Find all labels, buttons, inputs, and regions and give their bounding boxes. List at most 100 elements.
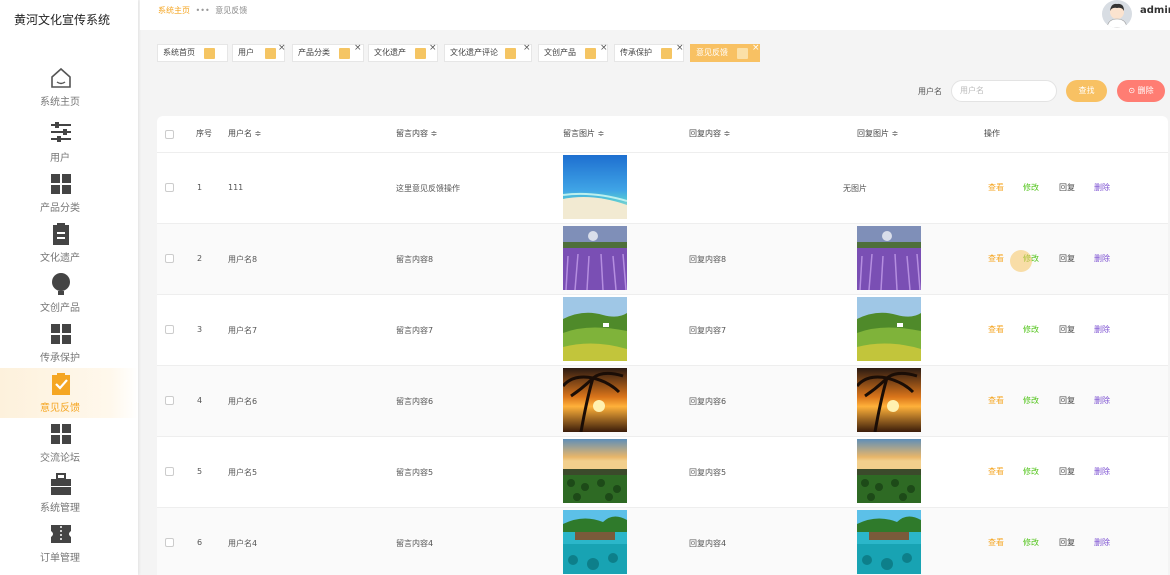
tab-badge-icon [339,48,350,59]
view-button[interactable]: 查看 [988,324,1004,335]
table-row[interactable]: 3 用户名7 留言内容7 回复内容7 查看 修改 回复 删除 [157,295,1168,366]
close-icon[interactable]: × [676,40,684,56]
cell-username: 用户名4 [228,539,258,548]
column-username[interactable]: 用户名 ≑ [228,128,261,139]
column-reply[interactable]: 回复内容 ≑ [689,128,730,139]
grid-icon [51,424,71,444]
edit-button[interactable]: 修改 [1023,395,1039,406]
cell-reply: 回复内容6 [689,397,727,406]
feedback-image[interactable] [561,368,627,433]
column-image[interactable]: 留言图片 ≑ [563,128,604,139]
cell-reply: 回复内容4 [689,539,727,548]
reply-button[interactable]: 回复 [1059,537,1075,548]
reply-image[interactable] [857,439,921,503]
reply-image[interactable] [857,297,921,361]
close-icon[interactable]: × [278,40,286,56]
close-icon[interactable]: × [523,40,531,56]
column-reply-image[interactable]: 回复图片 ≑ [857,128,898,139]
reply-button[interactable]: 回复 [1059,466,1075,477]
avatar[interactable] [1102,0,1132,28]
sidebar-item-heritage[interactable]: 文化遗产 [0,218,138,268]
table-row[interactable]: 5 用户名5 留言内容5 回复内容5 查看 修改 回复 删除 [157,437,1168,508]
sidebar-item-system[interactable]: 系统管理 [0,468,138,518]
row-checkbox[interactable] [165,254,174,263]
view-button[interactable]: 查看 [988,182,1004,193]
row-checkbox[interactable] [165,467,174,476]
sidebar-item-product-category[interactable]: 产品分类 [0,168,138,218]
reply-image[interactable] [857,226,921,291]
username-label[interactable]: admin [1140,5,1170,16]
view-button[interactable]: 查看 [988,395,1004,406]
delete-button[interactable]: ⊙ 删除 [1117,80,1165,102]
delete-row-button[interactable]: 删除 [1094,537,1110,548]
row-checkbox[interactable] [165,538,174,547]
sidebar-item-label: 文化遗产 [40,253,80,264]
reply-image[interactable] [857,510,921,574]
sidebar-item-users[interactable]: 用户 [0,118,138,168]
edit-button[interactable]: 修改 [1023,324,1039,335]
reply-image[interactable] [855,368,921,433]
tab-heritage[interactable]: 文化遗产 × [368,43,438,62]
search-bar: 用户名 用户名 查找 ⊙ 删除 [0,79,1170,103]
select-all-checkbox[interactable] [165,130,174,139]
view-button[interactable]: 查看 [988,537,1004,548]
view-button[interactable]: 查看 [988,253,1004,264]
reply-button[interactable]: 回复 [1059,395,1075,406]
row-checkbox[interactable] [165,396,174,405]
delete-row-button[interactable]: 删除 [1094,395,1110,406]
sidebar-item-forum[interactable]: 交流论坛 [0,418,138,468]
table-row[interactable]: 4 用户名6 留言内容6 回复内容6 查看 修改 回复 删除 [157,366,1168,437]
reply-button[interactable]: 回复 [1059,253,1075,264]
tab-home[interactable]: 系统首页 [157,44,228,62]
cell-username: 111 [228,183,244,192]
tab-creative-products[interactable]: 文创产品 × [538,43,608,62]
tab-heritage-comments[interactable]: 文化遗产评论 × [444,43,532,62]
edit-button[interactable]: 修改 [1023,466,1039,477]
breadcrumb-home[interactable]: 系统主页 [158,6,190,15]
table-row[interactable]: 1 111 这里意见反馈操作 无图片 查看 修改 回复 删除 [157,153,1168,224]
delete-row-button[interactable]: 删除 [1094,466,1110,477]
cell-content: 留言内容4 [396,539,434,548]
close-icon[interactable]: × [429,40,437,56]
reply-button[interactable]: 回复 [1059,324,1075,335]
feedback-image[interactable] [562,155,628,219]
close-icon[interactable]: × [600,40,608,56]
row-checkbox[interactable] [165,325,174,334]
column-content[interactable]: 留言内容 ≑ [396,128,437,139]
close-icon[interactable]: × [752,40,760,56]
view-button[interactable]: 查看 [988,466,1004,477]
tab-label: 意见反馈 [696,48,728,57]
tab-inheritance[interactable]: 传承保护 × [614,43,684,62]
sidebar-item-creative-products[interactable]: 文创产品 [0,268,138,318]
delete-row-button[interactable]: 删除 [1094,324,1110,335]
table-row[interactable]: 6 用户名4 留言内容4 回复内容4 查看 修改 回复 删除 [157,508,1168,575]
sidebar-item-inheritance[interactable]: 传承保护 [0,318,138,368]
user-avatar-icon [1106,3,1128,28]
tab-users[interactable]: 用户 × [232,43,286,62]
tab-product-category[interactable]: 产品分类 × [292,43,364,62]
feedback-image[interactable] [563,226,627,291]
delete-row-button[interactable]: 删除 [1094,253,1110,264]
cell-index: 4 [197,396,203,405]
close-icon[interactable]: × [354,40,362,56]
reply-button[interactable]: 回复 [1059,182,1075,193]
sliders-icon [51,122,71,142]
tab-feedback[interactable]: 意见反馈 × [690,43,760,62]
row-checkbox[interactable] [165,183,174,192]
feedback-image[interactable] [563,510,627,574]
tab-badge-icon [585,48,596,59]
cell-username: 用户名6 [228,397,258,406]
sidebar-item-label: 文创产品 [40,303,80,314]
feedback-image[interactable] [563,297,627,361]
search-input[interactable]: 用户名 [951,80,1057,102]
sidebar-item-orders[interactable]: 订单管理 [0,518,138,568]
grid-icon [51,324,71,344]
search-button[interactable]: 查找 [1066,80,1107,102]
feedback-image[interactable] [563,439,627,503]
edit-button[interactable]: 修改 [1023,537,1039,548]
search-label: 用户名 [918,87,942,96]
edit-button[interactable]: 修改 [1023,182,1039,193]
sidebar-item-feedback[interactable]: 意见反馈 [0,368,138,418]
sidebar-item-label: 用户 [50,153,70,164]
delete-row-button[interactable]: 删除 [1094,182,1110,193]
